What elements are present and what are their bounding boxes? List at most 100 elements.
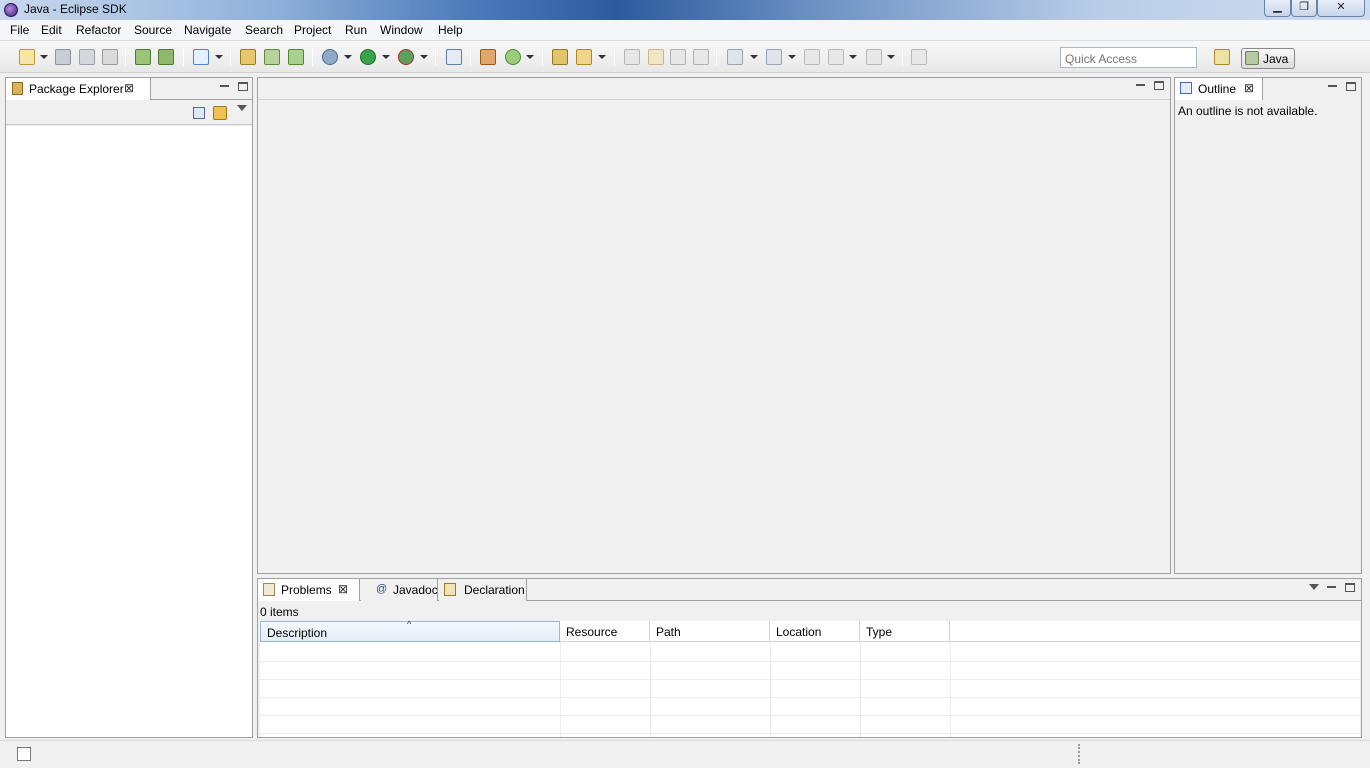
- debug-dropdown-icon[interactable]: [344, 55, 352, 59]
- print-icon[interactable]: [102, 49, 118, 65]
- window-title: Java - Eclipse SDK: [24, 2, 127, 16]
- fast-view-icon[interactable]: [17, 747, 31, 761]
- tab-problems[interactable]: Problems ⊠: [258, 579, 360, 601]
- menu-file[interactable]: File: [10, 23, 29, 37]
- back-dropdown-icon[interactable]: [849, 55, 857, 59]
- minimize-view-icon[interactable]: [1328, 85, 1337, 87]
- tab-javadoc[interactable]: @ Javadoc: [361, 579, 438, 601]
- outline-tab-label: Outline: [1198, 82, 1237, 96]
- toggle-highlight-icon[interactable]: [648, 49, 664, 65]
- minimize-view-icon[interactable]: [1327, 586, 1336, 588]
- problems-view: Problems ⊠ @ Javadoc Declaration 0 items…: [257, 578, 1362, 738]
- save-icon[interactable]: [55, 49, 71, 65]
- task-icon[interactable]: [193, 49, 209, 65]
- maximize-view-icon[interactable]: [1345, 583, 1355, 592]
- column-header-resource[interactable]: Resource: [560, 621, 650, 642]
- new-enum-dropdown-icon[interactable]: [526, 55, 534, 59]
- previous-annotation-dropdown-icon[interactable]: [788, 55, 796, 59]
- forward-icon[interactable]: [866, 49, 882, 65]
- table-column-divider: [770, 642, 771, 737]
- view-menu-icon[interactable]: [237, 105, 247, 111]
- minimize-view-icon[interactable]: [220, 85, 229, 87]
- minimize-view-icon[interactable]: [1136, 84, 1145, 86]
- table-row-divider: [260, 679, 1360, 680]
- menu-edit[interactable]: Edit: [41, 23, 62, 37]
- menu-help[interactable]: Help: [438, 23, 463, 37]
- menu-project[interactable]: Project: [294, 23, 331, 37]
- tab-package-explorer[interactable]: Package Explorer ⊠: [6, 78, 151, 100]
- debug-icon[interactable]: [322, 49, 338, 65]
- next-annotation-icon[interactable]: [727, 49, 743, 65]
- close-button[interactable]: ✕: [1317, 0, 1365, 17]
- menu-source[interactable]: Source: [134, 23, 172, 37]
- menu-refactor[interactable]: Refactor: [76, 23, 121, 37]
- menu-bar: File Edit Refactor Source Navigate Searc…: [0, 20, 1370, 41]
- restore-button[interactable]: ❐: [1291, 0, 1317, 17]
- last-edit-icon[interactable]: [804, 49, 820, 65]
- show-whitespace-icon[interactable]: [693, 49, 709, 65]
- new-dropdown-icon[interactable]: [40, 55, 48, 59]
- run-icon[interactable]: [360, 49, 376, 65]
- declaration-tab-label: Declaration: [464, 583, 525, 597]
- java-perspective-button[interactable]: Java: [1241, 48, 1295, 69]
- collapse-all-icon[interactable]: [193, 107, 205, 119]
- save-all-icon[interactable]: [79, 49, 95, 65]
- tab-declaration[interactable]: Declaration: [439, 579, 527, 601]
- open-task-icon[interactable]: [552, 49, 568, 65]
- toggle-block-icon[interactable]: [670, 49, 686, 65]
- open-type-icon[interactable]: [480, 49, 496, 65]
- maximize-view-icon[interactable]: [238, 82, 248, 91]
- quick-access-input[interactable]: [1060, 47, 1197, 68]
- menu-run[interactable]: Run: [345, 23, 367, 37]
- editor-area: [257, 77, 1171, 574]
- toolbar-separator: [902, 48, 903, 66]
- column-header-type[interactable]: Type: [860, 621, 950, 642]
- table-row-divider: [260, 715, 1360, 716]
- new-enum-icon[interactable]: [505, 49, 521, 65]
- export-icon[interactable]: [158, 49, 174, 65]
- link-with-editor-icon[interactable]: [213, 106, 227, 120]
- column-header-path[interactable]: Path: [650, 621, 770, 642]
- problems-tab-label: Problems: [281, 583, 332, 597]
- coverage-dropdown-icon[interactable]: [420, 55, 428, 59]
- run-dropdown-icon[interactable]: [382, 55, 390, 59]
- package-explorer-tree[interactable]: [6, 126, 252, 737]
- open-perspective-icon[interactable]: [1214, 49, 1230, 65]
- maximize-view-icon[interactable]: [1346, 82, 1356, 91]
- toolbar-separator: [230, 48, 231, 66]
- close-icon[interactable]: ⊠: [338, 582, 348, 596]
- menu-window[interactable]: Window: [380, 23, 423, 37]
- pin-icon[interactable]: [911, 49, 927, 65]
- maximize-view-icon[interactable]: [1154, 81, 1164, 90]
- tab-outline[interactable]: Outline ⊠: [1175, 78, 1263, 100]
- forward-dropdown-icon[interactable]: [887, 55, 895, 59]
- new-java-class-icon[interactable]: [288, 49, 304, 65]
- close-icon[interactable]: ⊠: [1244, 81, 1254, 95]
- status-bar-grip: [1078, 744, 1080, 764]
- menu-navigate[interactable]: Navigate: [184, 23, 231, 37]
- view-menu-icon[interactable]: [1309, 584, 1319, 590]
- search-icon[interactable]: [576, 49, 592, 65]
- search-dropdown-icon[interactable]: [598, 55, 606, 59]
- java-perspective-label: Java: [1263, 52, 1289, 66]
- column-header-description[interactable]: Description ^: [260, 619, 560, 642]
- close-icon[interactable]: ⊠: [124, 81, 134, 95]
- import-icon[interactable]: [135, 49, 151, 65]
- problems-icon: [263, 583, 275, 596]
- column-header-location[interactable]: Location: [770, 621, 860, 642]
- skip-breakpoints-icon[interactable]: [446, 49, 462, 65]
- new-java-project-icon[interactable]: [240, 49, 256, 65]
- coverage-icon[interactable]: [398, 49, 414, 65]
- previous-annotation-icon[interactable]: [766, 49, 782, 65]
- toolbar-separator: [716, 48, 717, 66]
- column-header-filler: [950, 621, 1360, 642]
- new-java-package-icon[interactable]: [264, 49, 280, 65]
- back-icon[interactable]: [828, 49, 844, 65]
- task-dropdown-icon[interactable]: [215, 55, 223, 59]
- menu-search[interactable]: Search: [245, 23, 283, 37]
- minimize-button[interactable]: ▁: [1264, 0, 1291, 17]
- new-icon[interactable]: [19, 49, 35, 65]
- next-annotation-dropdown-icon[interactable]: [750, 55, 758, 59]
- javadoc-tab-label: Javadoc: [393, 583, 438, 597]
- toggle-mark-occurrences-icon[interactable]: [624, 49, 640, 65]
